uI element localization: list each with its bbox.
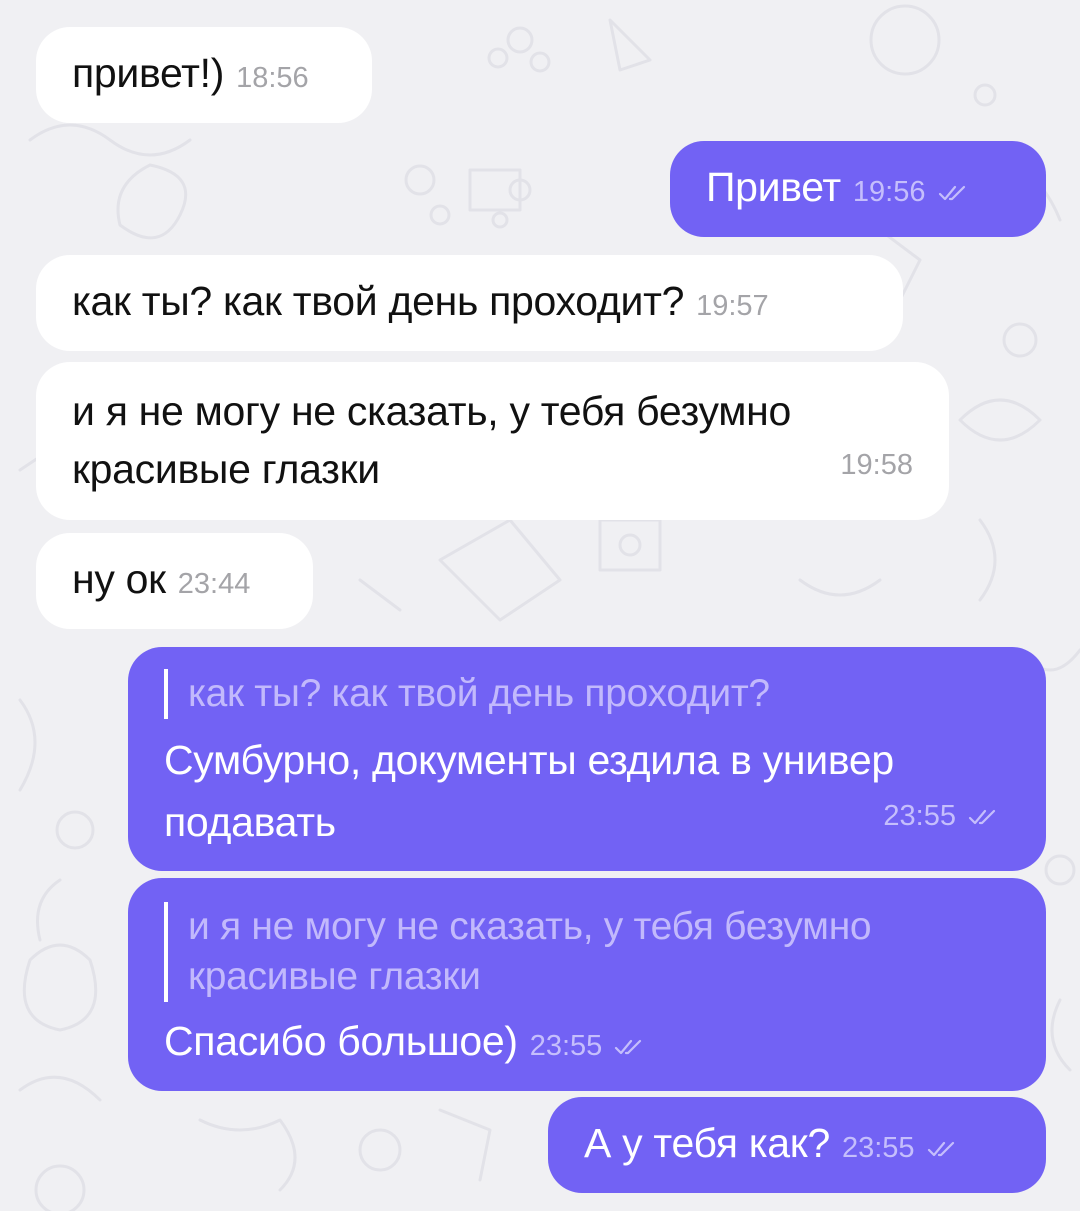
message-text: ну ок xyxy=(72,556,166,602)
message-time: 19:56 xyxy=(852,176,926,208)
message-text: Спасибо большое) xyxy=(164,1018,518,1064)
message-bubble-outgoing[interactable]: Привет 19:56 xyxy=(670,141,1046,237)
reply-quote-text: и я не могу не сказать, у тебя безумно xyxy=(188,905,872,948)
message-text: привет!) xyxy=(72,50,225,96)
double-check-icon xyxy=(927,1141,954,1157)
message-time: 23:55 xyxy=(529,1030,603,1062)
message-bubble-outgoing[interactable]: и я не могу не сказать, у тебя безумно к… xyxy=(128,878,1046,1091)
double-check-icon xyxy=(615,1039,642,1055)
message-time: 23:44 xyxy=(177,568,251,600)
message-time: 19:57 xyxy=(696,290,769,322)
reply-quote[interactable]: как ты? как твой день проходит? xyxy=(164,669,1046,719)
reply-quote[interactable]: и я не могу не сказать, у тебя безумно к… xyxy=(164,902,1046,1002)
message-bubble-incoming[interactable]: привет!) 18:56 xyxy=(36,27,372,123)
message-text: А у тебя как? xyxy=(584,1120,830,1166)
message-bubble-incoming[interactable]: как ты? как твой день проходит? 19:57 xyxy=(36,255,903,351)
message-bubble-incoming[interactable]: и я не могу не сказать, у тебя безумно к… xyxy=(36,362,949,520)
message-text-line: красивые глазки xyxy=(72,446,380,492)
message-text: как ты? как твой день проходит? xyxy=(72,278,685,324)
message-bubble-outgoing[interactable]: как ты? как твой день проходит? Сумбурно… xyxy=(128,647,1046,871)
reply-quote-text: как ты? как твой день проходит? xyxy=(188,672,770,715)
message-time: 23:55 xyxy=(883,800,956,832)
message-text: Привет xyxy=(706,164,841,210)
message-time: 23:55 xyxy=(841,1132,915,1164)
message-time: 18:56 xyxy=(236,62,309,94)
double-check-icon xyxy=(968,809,996,825)
message-text-line: и я не могу не сказать, у тебя безумно xyxy=(72,388,791,434)
message-time: 19:58 xyxy=(840,449,913,481)
message-bubble-outgoing[interactable]: А у тебя как? 23:55 xyxy=(548,1097,1046,1193)
reply-quote-text: красивые глазки xyxy=(188,955,481,998)
message-meta: 23:55 xyxy=(871,782,998,845)
double-check-icon xyxy=(938,185,965,201)
message-bubble-incoming[interactable]: ну ок 23:44 xyxy=(36,533,313,629)
